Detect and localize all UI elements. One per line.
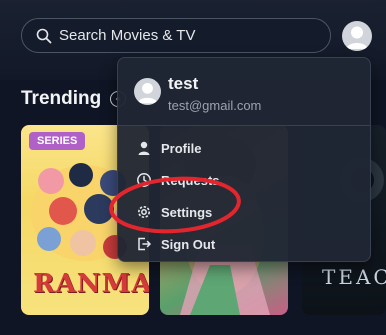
menu-item-sign-out[interactable]: Sign Out (136, 234, 215, 254)
menu-item-label: Profile (161, 140, 202, 156)
divider (118, 125, 370, 126)
menu-item-requests[interactable]: Requests (136, 170, 220, 190)
user-dropdown-menu: test test@gmail.com Profile Requests Set… (117, 57, 371, 262)
menu-item-label: Requests (161, 172, 220, 188)
app-screen: Search Movies & TV Trending SERIES RANMA… (0, 0, 386, 335)
person-icon (138, 141, 150, 155)
series-badge: SERIES (29, 132, 86, 150)
search-placeholder: Search Movies & TV (59, 27, 196, 44)
avatar-person-icon (346, 26, 368, 49)
person-icon (137, 82, 158, 104)
title-text: TEAC (322, 265, 386, 289)
menu-item-label: Settings (161, 204, 213, 220)
menu-item-settings[interactable]: Settings (136, 202, 212, 222)
user-email: test@gmail.com (168, 98, 262, 113)
title-logo: RANMA½ (33, 269, 149, 299)
sign-out-icon (138, 237, 152, 251)
user-avatar-button[interactable] (342, 21, 372, 51)
user-name: test (168, 74, 199, 93)
search-icon (36, 28, 52, 43)
avatar (134, 78, 161, 105)
menu-item-profile[interactable]: Profile (136, 138, 201, 158)
gear-icon (138, 206, 150, 218)
section-heading: Trending (21, 88, 127, 110)
search-input[interactable]: Search Movies & TV (21, 18, 331, 53)
section-title: Trending (21, 88, 102, 109)
clock-icon (137, 173, 151, 187)
menu-item-label: Sign Out (161, 236, 216, 252)
